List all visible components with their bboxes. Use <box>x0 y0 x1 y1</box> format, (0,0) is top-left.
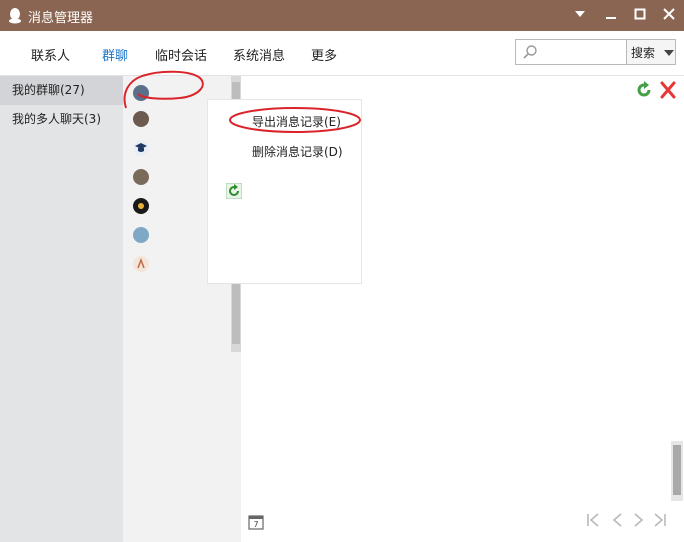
chevron-left-icon <box>612 513 622 527</box>
maximize-button[interactable] <box>630 6 650 26</box>
refresh-icon[interactable] <box>635 81 653 99</box>
qq-logo-icon <box>9 8 21 24</box>
group-avatar-icon[interactable] <box>133 227 149 243</box>
close-icon <box>663 8 675 20</box>
menu-item-delete-messages[interactable]: 删除消息记录(D) <box>252 143 343 160</box>
close-button[interactable] <box>659 6 679 26</box>
context-menu: 导出消息记录(E) 删除消息记录(D) <box>207 99 362 284</box>
svg-text:7: 7 <box>253 520 258 529</box>
minimize-button[interactable] <box>601 6 621 26</box>
group-avatar-icon[interactable] <box>133 256 149 272</box>
sidebar: 我的群聊(27) 我的多人聊天(3) <box>0 76 123 542</box>
maximize-icon <box>634 8 646 20</box>
tab-group-chat[interactable]: 群聊 <box>102 45 128 64</box>
search-button-label: 搜索 <box>631 46 656 60</box>
tab-more[interactable]: 更多 <box>311 45 337 64</box>
group-avatar-icon[interactable] <box>133 85 149 101</box>
menu-refresh-icon <box>226 183 242 199</box>
group-avatar-icon[interactable] <box>133 198 149 214</box>
search-icon <box>523 45 537 59</box>
message-scrollbar[interactable] <box>671 441 683 501</box>
delete-icon[interactable] <box>660 81 676 99</box>
category-tab-bar: 联系人 群聊 临时会话 系统消息 更多 搜索 <box>0 31 684 76</box>
next-page-button[interactable] <box>630 512 648 530</box>
tab-contacts[interactable]: 联系人 <box>31 45 70 64</box>
last-page-button[interactable] <box>651 512 669 530</box>
previous-page-button[interactable] <box>608 512 626 530</box>
group-avatar-icon[interactable] <box>133 111 149 127</box>
search-box: 搜索 <box>515 39 676 65</box>
last-page-icon <box>654 513 666 527</box>
tab-system-messages[interactable]: 系统消息 <box>233 45 285 64</box>
menu-item-export-messages[interactable]: 导出消息记录(E) <box>252 113 341 130</box>
minimize-icon <box>606 17 616 19</box>
sidebar-item-my-groups[interactable]: 我的群聊(27) <box>0 76 123 105</box>
graduation-cap-icon[interactable] <box>133 140 149 156</box>
window-title: 消息管理器 <box>28 11 94 26</box>
search-dropdown-caret-icon[interactable] <box>664 50 674 56</box>
title-bar: 消息管理器 <box>0 0 684 31</box>
dropdown-menu-button[interactable] <box>570 6 590 26</box>
calendar-icon[interactable]: 7 <box>248 514 264 530</box>
sidebar-item-my-multi-chats[interactable]: 我的多人聊天(3) <box>0 105 123 134</box>
group-avatar-icon[interactable] <box>133 169 149 185</box>
search-button[interactable]: 搜索 <box>626 40 675 64</box>
tab-temp-sessions[interactable]: 临时会话 <box>155 45 207 64</box>
first-page-button[interactable] <box>584 512 602 530</box>
scrollbar-thumb[interactable] <box>673 445 681 495</box>
chevron-right-icon <box>634 513 644 527</box>
first-page-icon <box>587 513 599 527</box>
caret-down-icon <box>575 11 585 17</box>
search-input[interactable] <box>544 42 622 62</box>
